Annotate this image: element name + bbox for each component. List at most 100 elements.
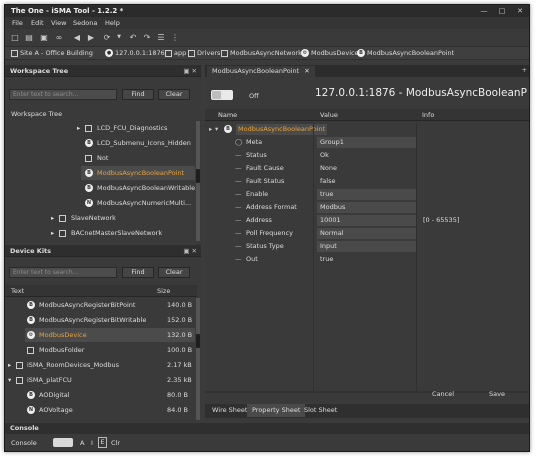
col-text-header[interactable]: Text bbox=[11, 287, 24, 295]
kit-row[interactable]: B ModbusAsyncRegisterBitWritable 152.0 B bbox=[5, 313, 195, 327]
maximize-icon[interactable]: □ bbox=[495, 6, 509, 16]
kit-icon bbox=[16, 376, 23, 384]
slot-icon: — bbox=[235, 177, 242, 185]
tree-item[interactable]: ▸ BACnetMasterSlaveNetwork bbox=[5, 226, 195, 240]
property-row[interactable]: — Status Type Input bbox=[205, 240, 529, 253]
column-divider bbox=[313, 123, 314, 391]
tree-item[interactable]: N ModbusAsyncNumericMulti... bbox=[5, 196, 195, 210]
workspace-clear-button[interactable]: Clear bbox=[158, 89, 190, 100]
link-icon[interactable]: ∞ bbox=[53, 32, 65, 43]
breadcrumb-network[interactable]: ModbusAsyncNetwork bbox=[221, 49, 302, 57]
tab-property-sheet[interactable]: Property Sheet bbox=[247, 404, 306, 417]
workspace-subheader: Workspace Tree bbox=[11, 110, 63, 118]
open-folder-icon[interactable]: ▤ bbox=[23, 32, 35, 43]
root-row[interactable]: ▸ ▾ B ModbusAsyncBooleanPoint bbox=[205, 123, 529, 136]
tree-item[interactable]: ▸ SlaveNetwork bbox=[5, 211, 195, 225]
property-row[interactable]: — Address Format Modbus bbox=[205, 201, 529, 214]
more-icon[interactable]: ⋮ bbox=[169, 32, 181, 43]
property-grid-header: Name Value Info bbox=[205, 109, 529, 121]
editor-panel: ModbusAsyncBooleanPoint ✕ + Off 127.0.0.… bbox=[205, 65, 529, 421]
cancel-button[interactable]: Cancel bbox=[417, 387, 469, 401]
tree-item[interactable]: B ModbusAsyncBooleanWritable bbox=[5, 181, 195, 195]
property-row[interactable]: — Status Ok bbox=[205, 149, 529, 162]
boolean-point-icon: B bbox=[224, 125, 232, 133]
new-icon[interactable]: □ bbox=[9, 32, 21, 43]
menu-edit[interactable]: Edit bbox=[31, 19, 44, 27]
kit-row[interactable]: B ModbusAsyncRegisterBitPoint 140.0 B bbox=[5, 298, 195, 312]
kit-row[interactable]: N AOVoltage 84.0 B bbox=[5, 403, 195, 417]
col-size-header[interactable]: Size bbox=[157, 287, 170, 295]
tab-wire-sheet[interactable]: Wire Sheet bbox=[207, 404, 252, 417]
list-icon[interactable]: ☰ bbox=[155, 32, 167, 43]
boolean-icon: B bbox=[85, 184, 93, 192]
back-icon[interactable]: ◀ bbox=[71, 32, 83, 43]
slot-icon: — bbox=[235, 216, 242, 224]
tree-item[interactable]: B LCD_Submenu_Icons_Hidden bbox=[5, 136, 195, 150]
forward-icon[interactable]: ▶ bbox=[85, 32, 97, 43]
kit-row[interactable]: ▾ iSMA_platFCU 2.35 kB bbox=[5, 373, 195, 387]
close-icon[interactable]: ✕ bbox=[513, 6, 527, 16]
breadcrumb-site[interactable]: Site A - Office Building bbox=[11, 49, 93, 57]
property-row[interactable]: ◯ Meta Group1 bbox=[205, 136, 529, 149]
save-icon[interactable]: ▣ bbox=[38, 32, 50, 43]
property-row[interactable]: — Address 10001 [0 - 65535] bbox=[205, 214, 529, 227]
menu-help[interactable]: Help bbox=[105, 19, 120, 27]
property-row[interactable]: — Poll Frequency Normal bbox=[205, 227, 529, 240]
col-info-header[interactable]: Info bbox=[422, 111, 434, 119]
panel-menu-icon[interactable]: ▣ ✕ bbox=[183, 67, 197, 75]
col-name-header[interactable]: Name bbox=[218, 111, 237, 119]
tab-slot-sheet[interactable]: Slot Sheet bbox=[299, 404, 342, 417]
kit-row[interactable]: ▸ iSMA_RoomDevices_Modbus 2.17 kB bbox=[5, 358, 195, 372]
modbus-device-icon: ⚙ bbox=[301, 49, 309, 57]
workspace-find-button[interactable]: Find bbox=[122, 89, 154, 100]
refresh-icon[interactable]: ⟳ bbox=[101, 32, 113, 43]
devicekits-search-input[interactable]: Enter text to search... bbox=[9, 267, 117, 278]
panel-menu-icon[interactable]: ▣ ✕ bbox=[183, 247, 197, 255]
editor-tabbar: ModbusAsyncBooleanPoint ✕ + bbox=[205, 65, 529, 77]
kit-row-selected[interactable]: ⚙ ModbusDevice 132.0 B bbox=[25, 328, 195, 342]
menu-file[interactable]: File bbox=[12, 19, 23, 27]
kit-row[interactable]: ModbusFolder 100.0 B bbox=[5, 343, 195, 357]
breadcrumb-app[interactable]: app bbox=[165, 49, 186, 57]
undo-icon[interactable]: ↶ bbox=[127, 32, 139, 43]
menu-view[interactable]: View bbox=[51, 19, 66, 27]
col-value-header[interactable]: Value bbox=[320, 111, 338, 119]
on-off-toggle[interactable] bbox=[211, 90, 233, 100]
devicekits-clear-button[interactable]: Clear bbox=[158, 267, 190, 278]
redo-icon[interactable]: ↷ bbox=[141, 32, 153, 43]
workspace-scrollbar[interactable] bbox=[196, 121, 200, 241]
menu-sedona[interactable]: Sedona bbox=[73, 19, 97, 27]
minimize-icon[interactable]: — bbox=[477, 6, 491, 16]
console-e-button[interactable]: E bbox=[98, 437, 107, 448]
app-window: The One - iSMA Tool - 1.2.2 * — □ ✕ File… bbox=[4, 4, 530, 452]
devicekits-find-button[interactable]: Find bbox=[122, 267, 154, 278]
breadcrumb-drivers[interactable]: Drivers bbox=[188, 49, 220, 57]
breadcrumb-device[interactable]: ⚙ ModbusDevice bbox=[301, 49, 359, 57]
workspace-search-input[interactable]: Enter text to search... bbox=[9, 89, 117, 100]
console-i-button[interactable]: I bbox=[91, 439, 93, 447]
console-clear-button[interactable]: Clr bbox=[111, 439, 120, 447]
kit-row[interactable]: B AODigital 80.0 B bbox=[5, 388, 195, 402]
tree-item[interactable]: Not bbox=[5, 151, 195, 165]
console-a-button[interactable]: A bbox=[80, 439, 84, 447]
breadcrumb-point[interactable]: B ModbusAsyncBooleanPoint bbox=[357, 49, 454, 57]
save-button[interactable]: Save bbox=[471, 387, 523, 401]
tree-item-selected[interactable]: B ModbusAsyncBooleanPoint bbox=[81, 166, 195, 180]
close-tab-icon[interactable]: ✕ bbox=[304, 67, 309, 75]
boolean-icon: B bbox=[27, 316, 35, 324]
devicekits-list: B ModbusAsyncRegisterBitPoint 140.0 B B Mod… bbox=[5, 298, 197, 420]
breadcrumb-host[interactable]: ● 127.0.0.1:1876 bbox=[105, 49, 165, 57]
property-row[interactable]: — Fault Status false bbox=[205, 175, 529, 188]
dropdown-icon[interactable]: ▼ bbox=[113, 32, 125, 43]
console-header: Console bbox=[5, 423, 529, 434]
tab-modbus-point[interactable]: ModbusAsyncBooleanPoint ✕ bbox=[207, 66, 315, 77]
console-toggle[interactable] bbox=[53, 438, 73, 447]
devicekits-scrollbar[interactable] bbox=[196, 298, 200, 420]
tree-item[interactable]: ▸ LCD_FCU_Diagnostics bbox=[5, 121, 195, 135]
add-tab-icon[interactable]: + bbox=[522, 66, 527, 74]
editor-header: 127.0.0.1:1876 - ModbusAsyncBooleanPoint… bbox=[315, 87, 527, 99]
property-row[interactable]: — Enable true bbox=[205, 188, 529, 201]
property-row[interactable]: — Out true bbox=[205, 253, 529, 266]
left-column: Workspace Tree ▣ ✕ Enter text to search.… bbox=[5, 65, 201, 421]
property-row[interactable]: — Fault Cause None bbox=[205, 162, 529, 175]
